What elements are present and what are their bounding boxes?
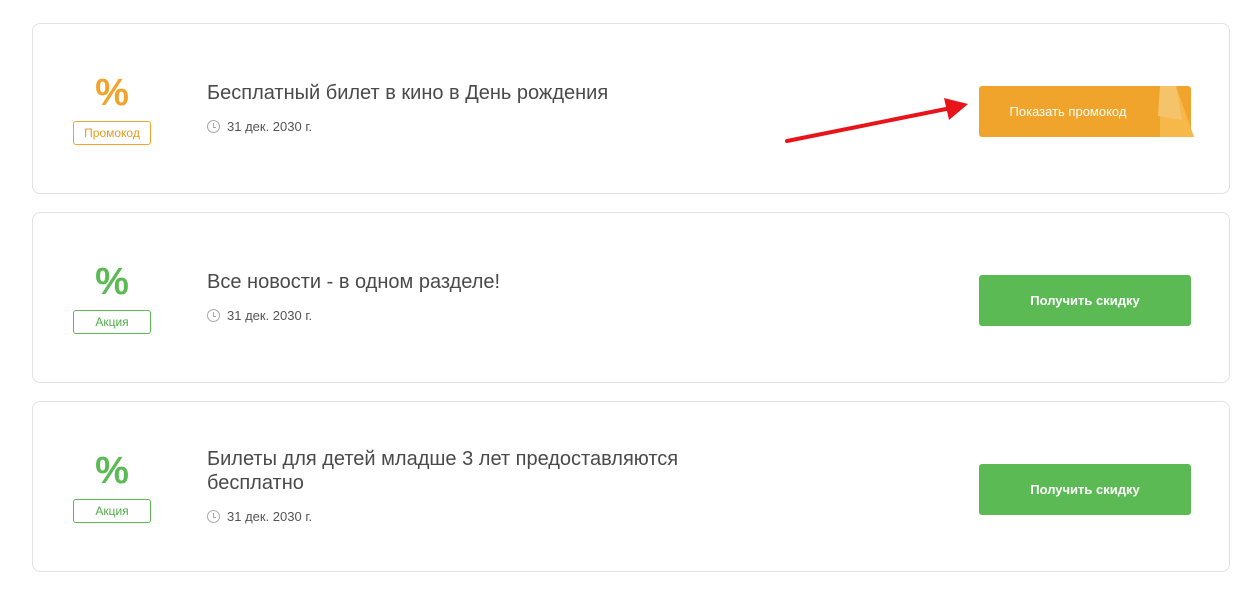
show-promocode-button[interactable]: Показать промокод [979,86,1194,137]
offer-date: 31 дек. 2030 г. [207,509,747,524]
offer-content: Билеты для детей младше 3 лет предоставл… [207,447,747,524]
offer-content: Все новости - в одном разделе! 31 дек. 2… [207,270,767,323]
offer-type-tag: Промокод [73,120,151,145]
percent-icon: % [95,260,129,303]
promocode-fold-icon [1158,86,1194,137]
clock-icon [207,120,220,133]
get-discount-button[interactable]: Получить скидку [979,464,1191,515]
offer-badge: % Промокод [73,24,151,193]
offer-title[interactable]: Бесплатный билет в кино в День рождения [207,81,767,105]
offer-title[interactable]: Все новости - в одном разделе! [207,270,767,294]
offer-badge: % Акция [73,402,151,571]
percent-icon: % [95,449,129,492]
offer-card: % Промокод Бесплатный билет в кино в Ден… [32,23,1230,194]
offer-card: % Акция Билеты для детей младше 3 лет пр… [32,401,1230,572]
clock-icon [207,510,220,523]
offer-type-tag: Акция [73,498,151,523]
offer-title[interactable]: Билеты для детей младше 3 лет предоставл… [207,447,747,495]
percent-icon: % [95,71,129,114]
offer-type-tag: Акция [73,309,151,334]
get-discount-button[interactable]: Получить скидку [979,275,1191,326]
offer-date: 31 дек. 2030 г. [207,308,767,323]
show-promocode-label: Показать промокод [1009,104,1127,119]
offers-list: % Промокод Бесплатный билет в кино в Ден… [32,23,1230,590]
offer-card: % Акция Все новости - в одном разделе! 3… [32,212,1230,383]
offer-date: 31 дек. 2030 г. [207,119,767,134]
offer-content: Бесплатный билет в кино в День рождения … [207,81,767,134]
offer-date-text: 31 дек. 2030 г. [227,509,313,524]
clock-icon [207,309,220,322]
offer-date-text: 31 дек. 2030 г. [227,119,313,134]
offer-date-text: 31 дек. 2030 г. [227,308,313,323]
offer-badge: % Акция [73,213,151,382]
